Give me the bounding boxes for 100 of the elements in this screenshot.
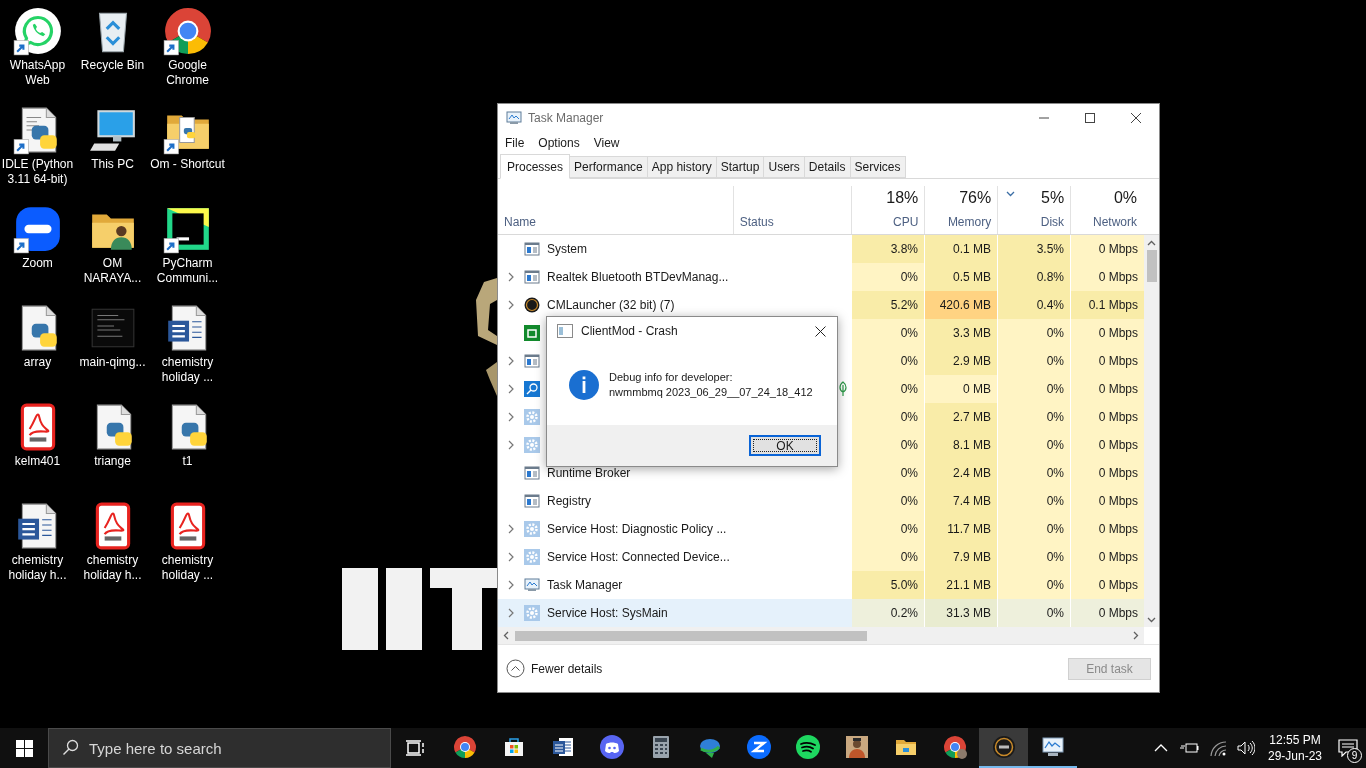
table-cell: 5.2% <box>852 291 925 319</box>
table-cell: 0.4% <box>998 291 1071 319</box>
scrollbar-thumb[interactable] <box>1146 250 1157 282</box>
icon-label[interactable]: PyCharm Communi... <box>150 256 225 286</box>
table-cell: 0% <box>998 599 1071 627</box>
chat-app-icon[interactable] <box>599 735 624 759</box>
icon-label[interactable]: chemistry holiday h... <box>0 553 75 583</box>
browser-icon[interactable] <box>452 735 477 759</box>
icon-label[interactable]: Google Chrome <box>150 58 225 88</box>
tab[interactable]: Startup <box>716 156 765 178</box>
table-cell: 0% <box>998 347 1071 375</box>
icon-label[interactable]: triange <box>75 454 150 469</box>
scroll-left-icon[interactable] <box>503 631 509 640</box>
table-cell: 0% <box>998 403 1071 431</box>
browser-icon[interactable] <box>162 6 213 56</box>
scroll-up-icon[interactable] <box>1147 240 1156 246</box>
chart-monitor-icon[interactable] <box>1040 735 1065 759</box>
menu-item[interactable]: View <box>592 134 621 152</box>
icon-label[interactable]: chemistry holiday ... <box>150 553 225 583</box>
table-cell: 21.1 MB <box>925 571 998 599</box>
window-icon <box>557 324 573 338</box>
icon-label[interactable]: OM NARAYA... <box>75 256 150 286</box>
scroll-down-icon[interactable] <box>1147 617 1156 623</box>
ring-logo-icon[interactable] <box>991 735 1016 759</box>
vertical-scrollbar[interactable] <box>1144 235 1159 627</box>
battery-icon[interactable] <box>1178 741 1199 755</box>
windows-logo-icon[interactable] <box>15 739 33 757</box>
ok-button[interactable]: OK <box>749 435 821 456</box>
icon-label[interactable]: Om - Shortcut <box>150 157 225 172</box>
icon-label[interactable]: IDLE (Python 3.11 64-bit) <box>0 157 75 187</box>
notification-icon[interactable] <box>1338 739 1358 757</box>
icon-label[interactable]: array <box>0 355 75 370</box>
app-icon[interactable] <box>746 735 771 759</box>
table-cell: 0.5 MB <box>925 263 998 291</box>
icon-label[interactable]: chemistry holiday h... <box>75 553 150 583</box>
icon-label[interactable]: WhatsApp Web <box>0 58 75 88</box>
chat-bubble-icon[interactable] <box>12 6 63 56</box>
table-cell: 0% <box>852 403 925 431</box>
close-icon[interactable] <box>1131 113 1141 123</box>
scrollbar-thumb[interactable] <box>515 630 867 641</box>
icon-label[interactable]: main-qimg... <box>75 355 150 370</box>
game-icon[interactable] <box>844 735 869 759</box>
table-row[interactable]: Service Host: SysMain 0.2% 31.3 MB 0% 0 Mbps <box>498 599 1144 627</box>
process-name: Runtime Broker <box>547 465 631 482</box>
column-header[interactable]: Disk <box>1040 213 1065 231</box>
icon-label[interactable]: This PC <box>75 157 150 172</box>
app-window-icon <box>524 353 540 369</box>
table-cell: 0.1 Mbps <box>1071 291 1144 319</box>
search-field[interactable]: Type here to search <box>48 728 391 768</box>
icon-label[interactable]: chemistry holiday ... <box>150 355 225 385</box>
tab[interactable]: Processes <box>500 154 571 179</box>
table-cell: 3.3 MB <box>925 319 998 347</box>
app-icon[interactable] <box>12 204 63 254</box>
clock-time[interactable]: 12:55 PM <box>1269 732 1321 748</box>
menu-item[interactable]: File <box>504 134 526 152</box>
message-text: nwmmbmq 2023_06_29__07_24_18_412 <box>609 385 813 400</box>
music-app-icon[interactable] <box>795 735 820 759</box>
table-cell: 0 Mbps <box>1071 571 1144 599</box>
table-cell: 0 Mbps <box>1071 263 1144 291</box>
column-header[interactable]: Status <box>739 213 852 231</box>
table-cell: 0% <box>998 459 1071 487</box>
maximize-icon[interactable] <box>1085 113 1095 123</box>
column-header[interactable]: Network <box>1093 213 1137 231</box>
table-cell: 2.4 MB <box>925 459 998 487</box>
table-cell: 0.8% <box>998 263 1071 291</box>
wifi-icon[interactable] <box>1208 740 1227 756</box>
tab[interactable]: Performance <box>570 156 648 178</box>
chevron-up-icon[interactable] <box>1153 744 1168 752</box>
clock-date[interactable]: 29-Jun-23 <box>1267 748 1322 764</box>
tab[interactable]: Users <box>764 156 805 178</box>
table-cell: 31.3 MB <box>925 599 998 627</box>
scroll-right-icon[interactable] <box>1133 631 1139 640</box>
word-document-icon[interactable] <box>550 735 575 759</box>
message-text: Debug info for developer: <box>609 370 734 385</box>
fewer-details-button[interactable]: Fewer details <box>506 659 603 678</box>
menu-item[interactable]: Options <box>537 134 581 152</box>
column-header[interactable]: Memory <box>947 213 992 231</box>
task-view-icon[interactable] <box>405 740 426 756</box>
column-header[interactable]: CPU <box>893 213 919 231</box>
tab[interactable]: Services <box>850 156 906 178</box>
icon-label[interactable]: t1 <box>150 454 225 469</box>
table-cell: 0 Mbps <box>1071 347 1144 375</box>
column-header[interactable]: Name <box>504 213 733 231</box>
icon-label[interactable]: kelm401 <box>0 454 75 469</box>
icon-label[interactable]: Recycle Bin <box>75 58 150 73</box>
tab[interactable]: Details <box>804 156 851 178</box>
process-name: Service Host: Connected Device... <box>547 549 730 566</box>
browser-profile-icon[interactable] <box>942 735 967 759</box>
table-cell: 0% <box>998 431 1071 459</box>
table-cell: 7.9 MB <box>925 543 998 571</box>
table-cell: 0% <box>852 543 925 571</box>
table-cell: 3.5% <box>998 235 1071 263</box>
horizontal-scrollbar[interactable] <box>498 627 1144 644</box>
volume-icon[interactable] <box>1236 740 1255 756</box>
tab[interactable]: App history <box>647 156 717 178</box>
chevron-circle-icon[interactable] <box>506 659 525 678</box>
ring-logo-taskbar-button[interactable] <box>979 728 1028 768</box>
icon-label[interactable]: Zoom <box>0 256 75 271</box>
close-icon[interactable] <box>814 325 826 337</box>
process-name: Realtek Bluetooth BTDevManag... <box>547 269 729 286</box>
